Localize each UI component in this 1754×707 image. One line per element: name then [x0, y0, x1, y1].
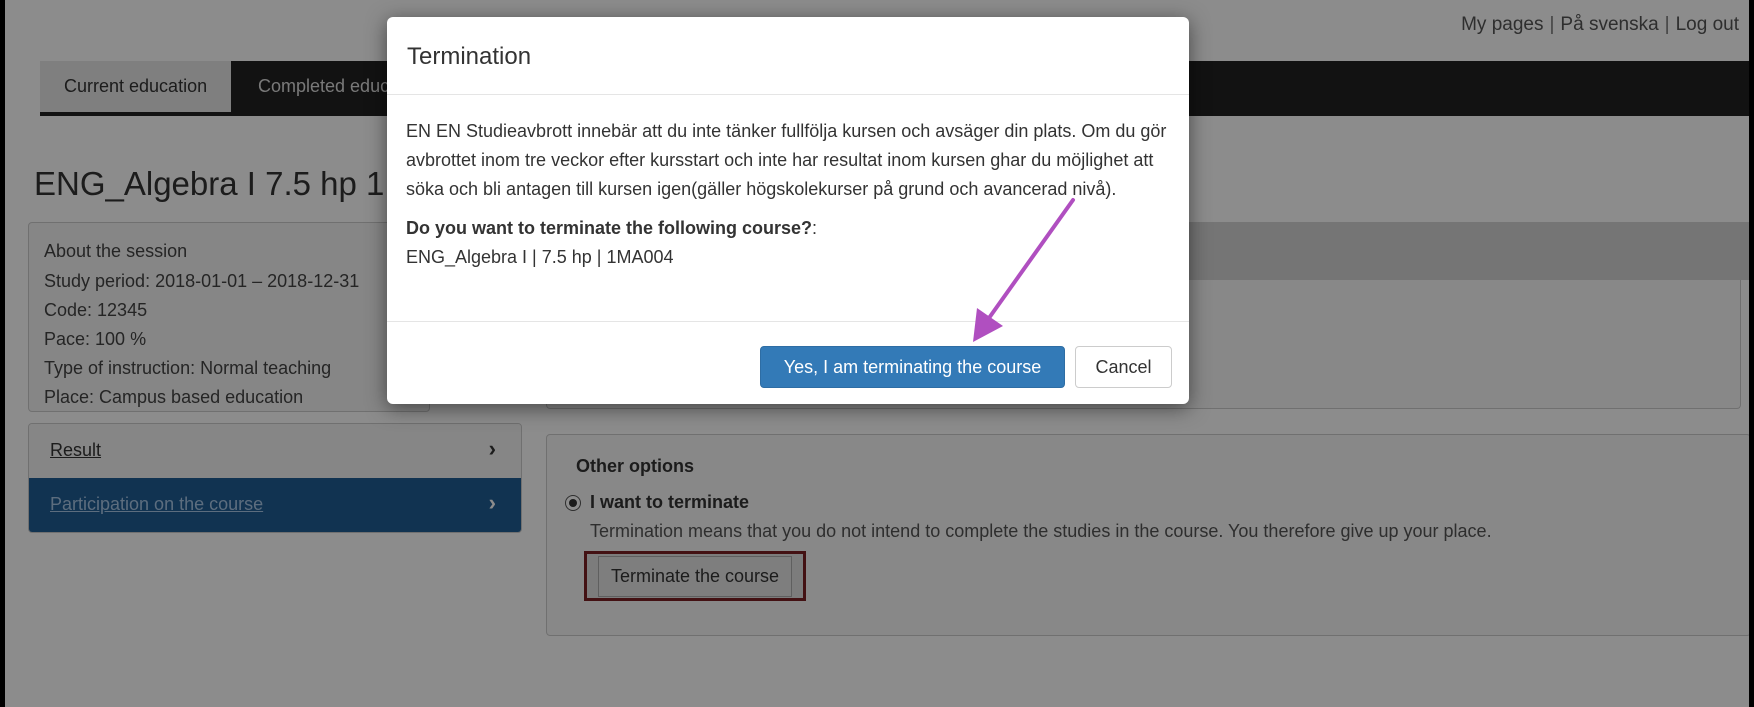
course-line: ENG_Algebra I | 7.5 hp | 1MA004 [406, 247, 674, 267]
modal-title: Termination [407, 43, 532, 70]
confirm-terminate-button[interactable]: Yes, I am terminating the course [760, 346, 1065, 388]
terminate-question-text: Do you want to terminate the following c… [406, 218, 813, 238]
cancel-button[interactable]: Cancel [1075, 346, 1172, 388]
modal-footer: Yes, I am terminating the course Cancel [387, 321, 1189, 405]
terminate-question: Do you want to terminate the following c… [406, 214, 1176, 243]
modal-header: Termination [387, 17, 1189, 95]
termination-modal: Termination EN EN Studieavbrott innebär … [387, 17, 1189, 404]
page-frame: My pages | På svenska | Log out Current … [5, 0, 1749, 707]
termination-info-text: EN EN Studieavbrott innebär att du inte … [406, 121, 1167, 199]
terminate-question-suffix: : [812, 218, 818, 238]
modal-body: EN EN Studieavbrott innebär att du inte … [406, 117, 1176, 272]
